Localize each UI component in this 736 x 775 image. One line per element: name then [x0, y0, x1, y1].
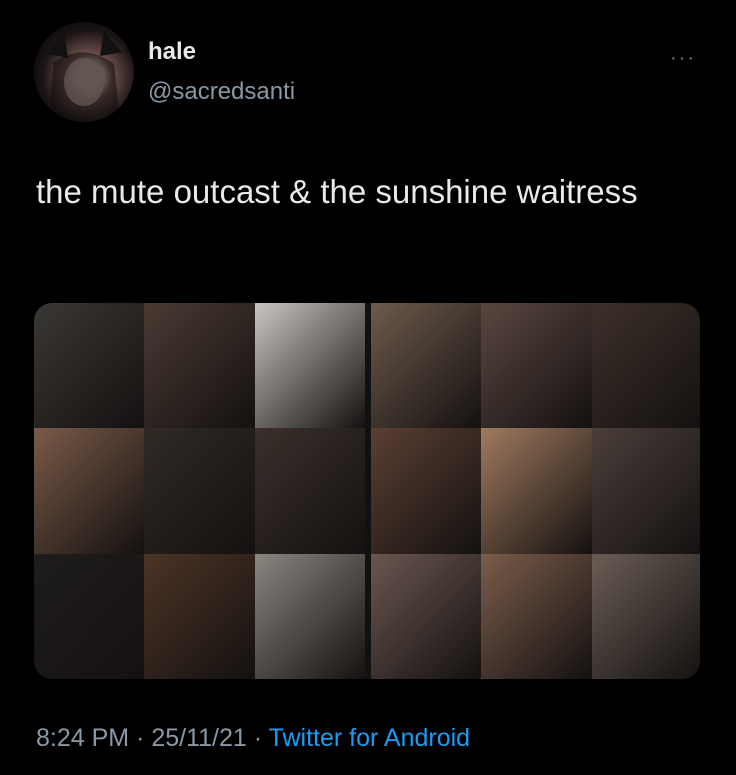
collage-photo-hands: [144, 303, 255, 429]
profile-avatar[interactable]: [34, 22, 134, 122]
more-horizontal-icon[interactable]: ···: [670, 48, 696, 68]
meta-separator: ·: [136, 724, 145, 752]
collage-photo-man: [144, 428, 255, 554]
collage-photo-wood-axe: [144, 553, 255, 679]
collage-photo-cafe-table: [591, 553, 700, 679]
collage-photo-skin: [34, 428, 145, 554]
tweet-date[interactable]: 25/11/21: [151, 724, 246, 752]
tweet-time[interactable]: 8:24 PM: [36, 724, 129, 752]
author-handle[interactable]: @sacredsanti: [148, 78, 295, 106]
tweet-metadata: 8:24 PM · 25/11/21 · Twitter for Android: [36, 724, 470, 753]
tweet-source-link[interactable]: Twitter for Android: [269, 724, 470, 752]
collage-photo-paper-pen: [254, 553, 365, 679]
collage-photo-puppy: [481, 428, 592, 554]
media-image-right[interactable]: [371, 303, 700, 679]
collage-photo-house: [34, 303, 145, 429]
collage-photo-diner: [481, 553, 592, 679]
collage-photo-bike-basket: [371, 428, 482, 554]
collage-photo-coffee: [254, 428, 365, 554]
collage-photo-sign-language: [254, 303, 365, 429]
collage-photo-truck: [591, 303, 700, 429]
collage-photo-couple-kiss: [371, 553, 482, 679]
collage-photo-flowers-bike: [371, 303, 482, 429]
media-image-left[interactable]: [34, 303, 365, 679]
collage-photo-waitress: [481, 303, 592, 429]
tweet-media[interactable]: [34, 303, 700, 679]
meta-separator: ·: [253, 724, 263, 752]
tweet-text: the mute outcast & the sunshine waitress: [36, 173, 638, 210]
avatar-image: [48, 32, 122, 122]
collage-photo-window: [34, 553, 145, 679]
author-display-name[interactable]: hale: [148, 38, 196, 66]
collage-photo-couple: [591, 428, 700, 554]
